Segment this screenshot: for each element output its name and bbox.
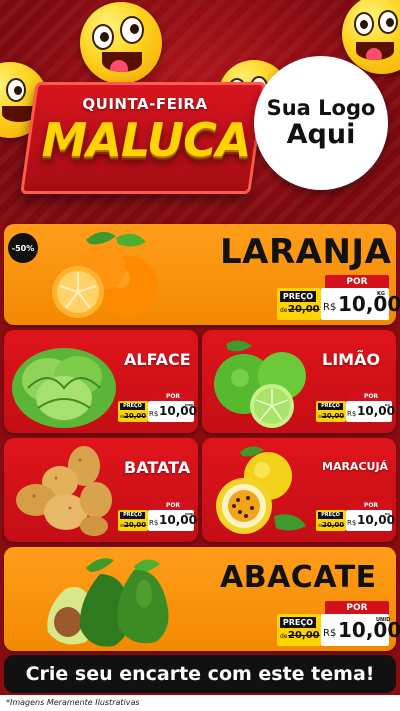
logo-line2: Aqui	[286, 119, 356, 151]
title-big: MALUCA	[41, 113, 252, 167]
product-name-laranja: LARANJA	[220, 232, 392, 272]
product-name-maracuja: MARACUJÁ	[322, 460, 389, 473]
lime-icon	[214, 340, 306, 428]
potato-icon	[16, 446, 112, 536]
cta-banner[interactable]: Crie seu encarte com este tema!	[4, 655, 396, 693]
passion-fruit-icon	[216, 446, 306, 534]
discount-badge: -50%	[8, 233, 38, 263]
header: QUINTA-FEIRA MALUCA Sua Logo Aqui	[0, 0, 400, 225]
logo-placeholder: Sua Logo Aqui	[254, 56, 388, 190]
product-name-batata: BATATA	[124, 458, 191, 477]
por-label: POR	[325, 275, 389, 289]
new-price: 10,00	[338, 292, 400, 316]
product-name-limao: LIMÃO	[322, 350, 381, 369]
orange-fruit-icon	[52, 231, 158, 318]
lettuce-icon	[12, 348, 116, 428]
product-name-abacate: ABACATE	[220, 560, 377, 595]
old-price: 20,00	[288, 304, 320, 315]
emoji-face-icon	[80, 2, 162, 84]
avocado-icon	[47, 558, 169, 647]
product-name-alface: ALFACE	[124, 350, 191, 369]
logo-line1: Sua Logo	[266, 96, 376, 121]
preco-label: PREÇO	[280, 291, 316, 302]
footnote: *Imagens Meramente Ilustrativas	[0, 695, 400, 711]
title-small: QUINTA-FEIRA	[82, 95, 208, 113]
flyer-page: QUINTA-FEIRA MALUCA Sua Logo Aqui -50% L…	[0, 0, 400, 711]
